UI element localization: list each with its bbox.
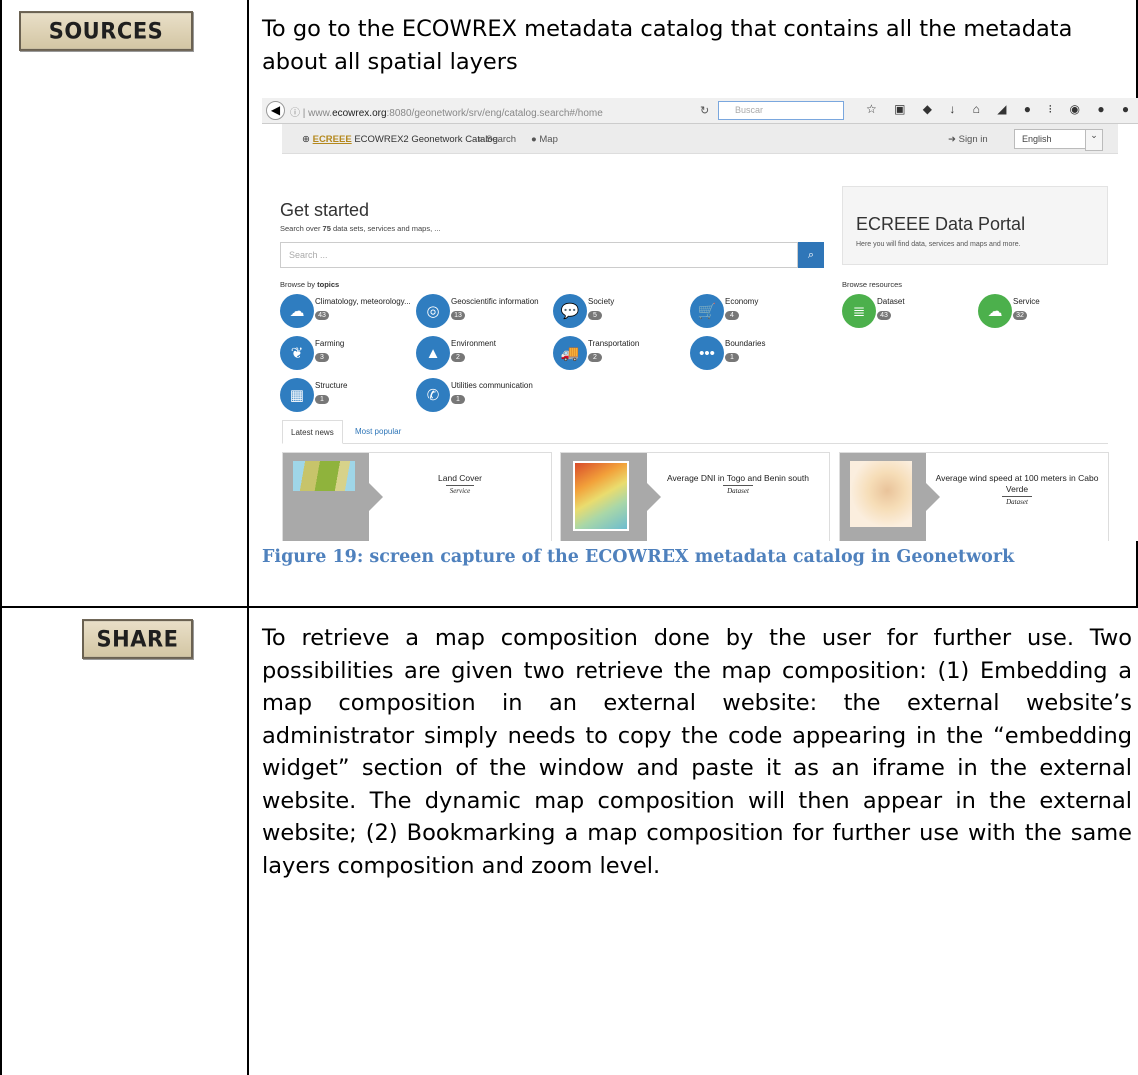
card-title: Average DNI in Togo and Benin south: [667, 473, 809, 483]
topic-count: 4: [725, 311, 739, 320]
browser-search-field[interactable]: Buscar: [718, 101, 844, 120]
topic-count: 43: [315, 311, 329, 320]
news-card[interactable]: Land Cover Service: [282, 452, 552, 541]
table-row-divider: [0, 606, 1138, 608]
card-type: Service: [445, 485, 475, 497]
target-icon: ◎: [416, 294, 450, 328]
sources-description: To go to the ECOWREX metadata catalog th…: [262, 16, 1073, 75]
browse-resources-label: Browse resources: [842, 280, 903, 289]
topic-count: 5: [588, 311, 602, 320]
topic-transportation[interactable]: 🚚 Transportation 2: [553, 336, 683, 376]
building-icon: ▦: [280, 378, 314, 412]
news-card[interactable]: Average wind speed at 100 meters in Cabo…: [839, 452, 1109, 541]
catalog-search-input[interactable]: Search ...: [280, 242, 798, 268]
dots-icon: •••: [690, 336, 724, 370]
nav-map-link[interactable]: ● Map: [531, 134, 558, 145]
topic-boundaries[interactable]: ••• Boundaries 1: [690, 336, 820, 376]
topic-economy[interactable]: 🛒 Economy 4: [690, 294, 820, 334]
search-icon[interactable]: ⌕: [798, 242, 824, 268]
topic-count: 3: [315, 353, 329, 362]
topic-label: Environment: [451, 339, 496, 348]
browse-topics-label: Browse by topics: [280, 280, 340, 289]
topic-count: 1: [315, 395, 329, 404]
topic-label: Transportation: [588, 339, 640, 348]
topic-structure[interactable]: ▦ Structure 1: [280, 378, 410, 418]
card-thumbnail: [840, 453, 940, 541]
chat-icon: 💬: [553, 294, 587, 328]
figure-caption: Figure 19: screen capture of the ECOWREX…: [262, 547, 1015, 567]
catalog-brand[interactable]: ⊕ ECREEE ECOWREX2 Geonetwork Catalog: [302, 134, 498, 145]
dni-map-image: [573, 461, 629, 531]
topic-label: Economy: [725, 297, 759, 306]
database-icon: ≣: [842, 294, 876, 328]
card-type: Dataset: [723, 485, 753, 497]
leaf-icon: ❦: [280, 336, 314, 370]
wind-speed-map-image: [850, 461, 912, 527]
land-cover-map-image: [293, 461, 355, 491]
topic-geoscientific[interactable]: ◎ Geoscientific information 13: [416, 294, 546, 334]
resource-label: Service: [1013, 297, 1040, 306]
topic-environment[interactable]: ▲ Environment 2: [416, 336, 546, 376]
phone-icon: ✆: [416, 378, 450, 412]
address-bar[interactable]: ⓘ | www.ecowrex.org:8080/geonetwork/srv/…: [290, 104, 603, 119]
sign-in-link[interactable]: ➜ Sign in: [948, 134, 988, 145]
tab-latest-news[interactable]: Latest news: [282, 420, 343, 444]
topic-society[interactable]: 💬 Society 5: [553, 294, 683, 334]
tree-icon: ▲: [416, 336, 450, 370]
card-title: Average wind speed at 100 meters in Cabo…: [935, 473, 1099, 494]
share-description: To retrieve a map composition done by th…: [262, 625, 1132, 879]
topic-label: Boundaries: [725, 339, 766, 348]
card-thumbnail: [561, 453, 661, 541]
reload-icon[interactable]: ↻: [700, 104, 709, 117]
card-type: Dataset: [1002, 496, 1032, 508]
resource-count: 32: [1013, 311, 1027, 320]
card-title: Land Cover: [438, 473, 482, 483]
card-thumbnail: [283, 453, 383, 541]
topic-farming[interactable]: ❦ Farming 3: [280, 336, 410, 376]
topic-label: Farming: [315, 339, 345, 348]
card-text: Average DNI in Togo and Benin south Datas…: [647, 473, 829, 497]
topic-label: Structure: [315, 381, 348, 390]
back-arrow-icon[interactable]: ◀: [266, 101, 285, 120]
resource-count: 43: [877, 311, 891, 320]
topic-utilities[interactable]: ✆ Utilities communication 1: [416, 378, 576, 418]
news-tabs: Latest news Most popular: [282, 420, 1108, 444]
search-over-text: Search over 75 data sets, services and m…: [280, 224, 441, 233]
cloud-icon: ☁: [280, 294, 314, 328]
news-card[interactable]: Average DNI in Togo and Benin south Datas…: [560, 452, 830, 541]
resource-dataset[interactable]: ≣ Dataset 43: [842, 294, 972, 334]
table-column-divider: [247, 0, 249, 1075]
browser-toolbar-icons[interactable]: ☆ ▣ ◆ ↓ ⌂ ◢ ● ⁝ ◉ ● ● ≡: [866, 102, 1138, 116]
browser-toolbar: ◀ ⓘ | www.ecowrex.org:8080/geonetwork/sr…: [262, 98, 1138, 124]
resource-service[interactable]: ☁ Service 32: [978, 294, 1108, 334]
topic-count: 2: [588, 353, 602, 362]
topic-climatology[interactable]: ☁ Climatology, meteorology... 43: [280, 294, 411, 334]
truck-icon: 🚚: [553, 336, 587, 370]
share-button[interactable]: SHARE: [82, 619, 193, 659]
catalog-navbar: ⊕ ECREEE ECOWREX2 Geonetwork Catalog ⌕ S…: [282, 124, 1118, 154]
cloud-icon: ☁: [978, 294, 1012, 328]
card-text: Average wind speed at 100 meters in Cabo…: [926, 473, 1108, 508]
topic-count: 1: [725, 353, 739, 362]
get-started-heading: Get started: [280, 200, 370, 220]
portal-subtitle: Here you will find data, services and ma…: [856, 241, 1021, 248]
topic-count: 2: [451, 353, 465, 362]
topic-count: 1: [451, 395, 465, 404]
portal-title: ECREEE Data Portal: [856, 214, 1026, 234]
cart-icon: 🛒: [690, 294, 724, 328]
topic-label: Utilities communication: [451, 381, 533, 390]
tab-most-popular[interactable]: Most popular: [347, 420, 409, 444]
card-text: Land Cover Service: [369, 473, 551, 497]
ecowrex-catalog-screenshot: ◀ ⓘ | www.ecowrex.org:8080/geonetwork/sr…: [262, 98, 1138, 541]
nav-search-link[interactable]: ⌕ Search: [478, 134, 516, 145]
topic-label: Climatology, meteorology...: [315, 297, 411, 306]
language-select[interactable]: English: [1014, 129, 1103, 151]
data-portal-panel: ECREEE Data Portal Here you will find da…: [842, 186, 1108, 265]
sources-button[interactable]: SOURCES: [19, 11, 193, 51]
table-border-left: [0, 0, 2, 1075]
topic-label: Society: [588, 297, 615, 306]
topic-count: 13: [451, 311, 465, 320]
topic-label: Geoscientific information: [451, 297, 539, 306]
resource-label: Dataset: [877, 297, 905, 306]
